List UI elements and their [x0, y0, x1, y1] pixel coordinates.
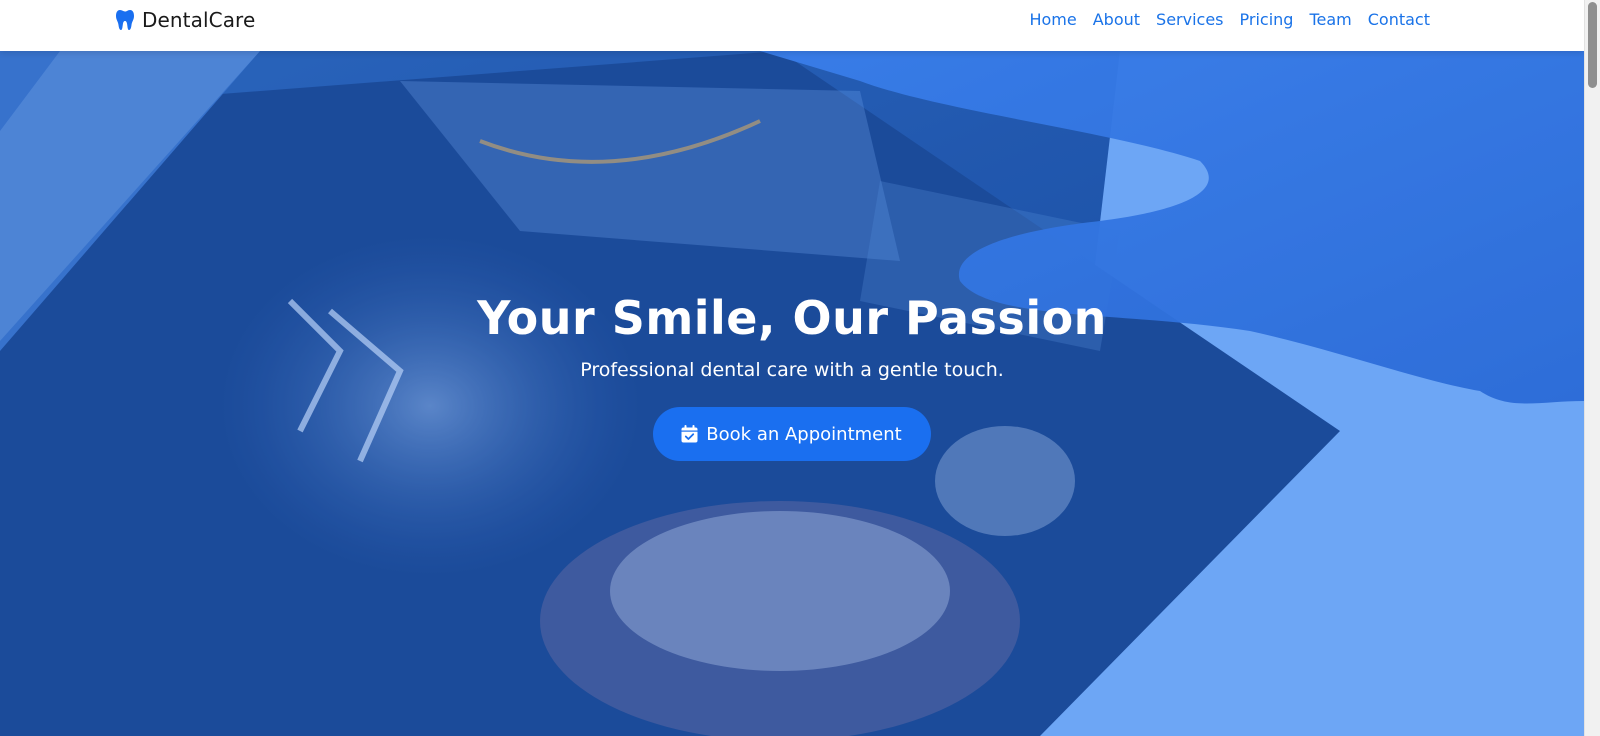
- nav-link-services[interactable]: Services: [1156, 10, 1223, 29]
- scrollbar-thumb[interactable]: [1588, 2, 1597, 88]
- nav-menu: Home About Services Pricing Team Contact: [1029, 10, 1430, 29]
- hero-subtitle: Professional dental care with a gentle t…: [580, 359, 1004, 381]
- nav-link-pricing[interactable]: Pricing: [1240, 10, 1294, 29]
- navbar: DentalCare Home About Services Pricing T…: [0, 0, 1584, 51]
- book-appointment-label: Book an Appointment: [706, 423, 902, 445]
- nav-link-contact[interactable]: Contact: [1368, 10, 1430, 29]
- nav-link-team[interactable]: Team: [1309, 10, 1351, 29]
- brand-link[interactable]: DentalCare: [116, 8, 255, 32]
- brand-name: DentalCare: [142, 8, 256, 32]
- hero-title: Your Smile, Our Passion: [477, 291, 1107, 345]
- nav-link-about[interactable]: About: [1093, 10, 1140, 29]
- nav-link-home[interactable]: Home: [1029, 10, 1076, 29]
- hero-content: Your Smile, Our Passion Professional den…: [0, 291, 1584, 461]
- calendar-check-icon: [681, 425, 698, 443]
- page-scrollbar[interactable]: [1584, 0, 1600, 736]
- tooth-icon: [116, 10, 134, 30]
- book-appointment-button[interactable]: Book an Appointment: [653, 407, 931, 461]
- hero-section: Your Smile, Our Passion Professional den…: [0, 51, 1584, 736]
